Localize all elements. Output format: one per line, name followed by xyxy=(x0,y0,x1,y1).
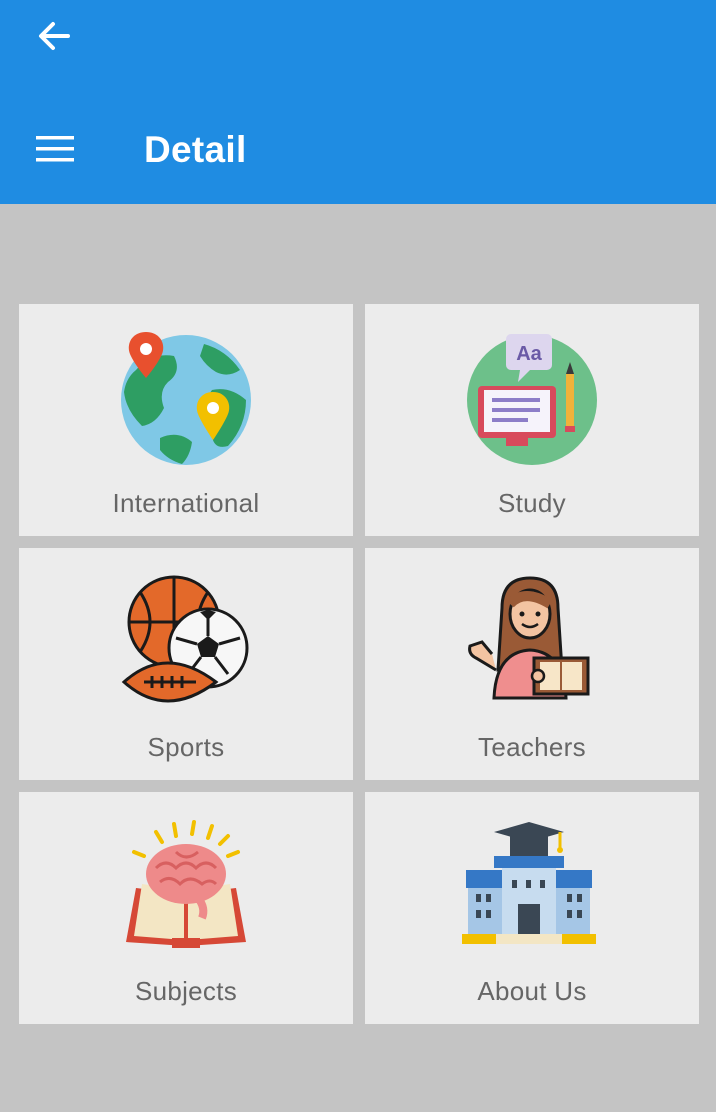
card-sports[interactable]: Sports xyxy=(19,548,353,780)
svg-text:Aa: Aa xyxy=(516,343,542,365)
brain-book-icon xyxy=(126,820,246,948)
card-label: About Us xyxy=(477,976,587,1006)
school-building-icon xyxy=(462,822,596,944)
menu-button[interactable] xyxy=(30,124,80,174)
arrow-left-icon xyxy=(39,22,70,50)
card-international[interactable]: International xyxy=(19,304,353,536)
teacher-icon xyxy=(468,576,590,700)
page-title: Detail xyxy=(144,129,247,170)
card-label: Subjects xyxy=(134,976,238,1006)
card-teachers[interactable]: Teachers xyxy=(365,548,699,780)
globe-icon xyxy=(121,332,251,465)
card-study[interactable]: Aa Study xyxy=(365,304,699,536)
sports-balls-icon xyxy=(121,575,249,703)
card-label: Teachers xyxy=(478,732,586,762)
open-book-icon: Aa xyxy=(467,334,597,465)
hamburger-menu-icon xyxy=(36,136,74,162)
back-button[interactable] xyxy=(30,12,78,60)
card-label: Study xyxy=(498,488,566,518)
card-about-us[interactable]: About Us xyxy=(365,792,699,1024)
card-label: International xyxy=(112,488,260,518)
card-subjects[interactable]: Subjects xyxy=(19,792,353,1024)
app-bar: Detail xyxy=(0,0,716,204)
card-label: Sports xyxy=(147,732,225,762)
